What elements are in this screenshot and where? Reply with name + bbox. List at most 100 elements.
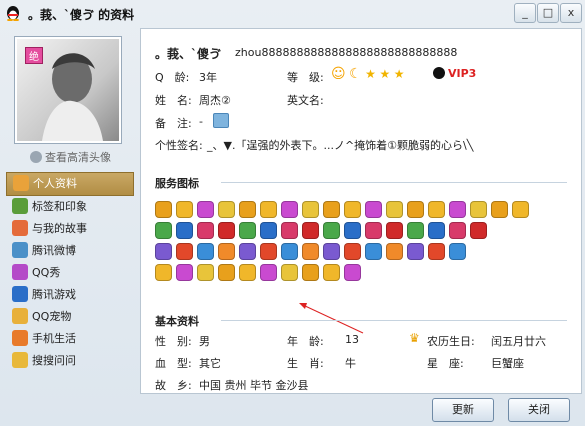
- service-icon[interactable]: [407, 243, 424, 260]
- service-icon[interactable]: [239, 222, 256, 239]
- service-icon[interactable]: [323, 222, 340, 239]
- service-icon[interactable]: [281, 264, 298, 281]
- constellation-label: 星 座:: [427, 357, 464, 370]
- service-icon[interactable]: [344, 222, 361, 239]
- maximize-button[interactable]: □: [537, 3, 559, 23]
- service-icon[interactable]: [344, 264, 361, 281]
- gender-label: 性 别:: [155, 335, 192, 348]
- nav-item-wenwen[interactable]: 搜搜问问: [6, 350, 134, 372]
- zodiac-value: 牛: [345, 357, 356, 370]
- service-icon[interactable]: [218, 222, 235, 239]
- service-icon[interactable]: [386, 201, 403, 218]
- vip-badge[interactable]: VIP3: [433, 67, 476, 80]
- service-icon[interactable]: [281, 222, 298, 239]
- service-icon[interactable]: [281, 243, 298, 260]
- service-icon[interactable]: [470, 201, 487, 218]
- service-icon[interactable]: [155, 201, 172, 218]
- service-icon[interactable]: [155, 243, 172, 260]
- hd-link-label: 查看高清头像: [45, 151, 111, 164]
- service-icon[interactable]: [449, 243, 466, 260]
- service-icon[interactable]: [449, 201, 466, 218]
- service-icon[interactable]: [344, 201, 361, 218]
- nav-item-qqshow[interactable]: QQ秀: [6, 262, 134, 284]
- service-icon[interactable]: [218, 201, 235, 218]
- service-icon[interactable]: [365, 222, 382, 239]
- service-icon[interactable]: [323, 264, 340, 281]
- divider: [221, 182, 567, 183]
- gender-value: 男: [199, 335, 210, 348]
- service-icon[interactable]: [512, 201, 529, 218]
- close-window-button[interactable]: x: [560, 3, 582, 23]
- service-icon[interactable]: [197, 243, 214, 260]
- service-icon[interactable]: [302, 201, 319, 218]
- qqshow-icon: [12, 264, 28, 280]
- service-icon[interactable]: [365, 201, 382, 218]
- service-icons-title: 服务图标: [155, 177, 199, 190]
- service-icon[interactable]: [197, 264, 214, 281]
- service-icon[interactable]: [428, 201, 445, 218]
- service-icon[interactable]: [155, 222, 172, 239]
- service-icon[interactable]: [176, 264, 193, 281]
- service-icon[interactable]: [176, 201, 193, 218]
- vip-level: VIP3: [448, 67, 477, 80]
- nav-label: 手机生活: [32, 332, 76, 345]
- close-button[interactable]: 关闭: [508, 398, 570, 422]
- nav-item-profile[interactable]: 个人资料: [6, 172, 134, 196]
- nav-item-games[interactable]: 腾讯游戏: [6, 284, 134, 306]
- service-icon[interactable]: [323, 243, 340, 260]
- minimize-button[interactable]: _: [514, 3, 536, 23]
- service-icon[interactable]: [365, 243, 382, 260]
- service-icon[interactable]: [470, 222, 487, 239]
- refresh-button[interactable]: 更新: [432, 398, 494, 422]
- moon-icon: ☾: [349, 66, 362, 82]
- service-icon[interactable]: [323, 201, 340, 218]
- service-icon[interactable]: [428, 243, 445, 260]
- left-nav: 个人资料 标签和印象 与我的故事 腾讯微博 QQ秀 腾讯游戏 QQ宠物 手机生活…: [6, 172, 134, 372]
- service-icon[interactable]: [260, 222, 277, 239]
- nav-item-pet[interactable]: QQ宠物: [6, 306, 134, 328]
- level-icons[interactable]: ☺ ☾ ★ ★ ★: [331, 66, 404, 82]
- service-icon[interactable]: [428, 222, 445, 239]
- service-icon[interactable]: [218, 264, 235, 281]
- english-name-label: 英文名:: [287, 94, 324, 107]
- nav-item-tags[interactable]: 标签和印象: [6, 196, 134, 218]
- service-icon[interactable]: [302, 243, 319, 260]
- nav-item-story[interactable]: 与我的故事: [6, 218, 134, 240]
- service-icon[interactable]: [386, 222, 403, 239]
- service-icon[interactable]: [386, 243, 403, 260]
- service-icon[interactable]: [260, 201, 277, 218]
- service-icon[interactable]: [260, 243, 277, 260]
- lunar-birthday-value: 闰五月廿六: [491, 335, 546, 348]
- service-icon[interactable]: [239, 201, 256, 218]
- avatar[interactable]: 绝: [14, 36, 122, 144]
- service-icon[interactable]: [155, 264, 172, 281]
- window-title: 。莪、`傻ゔ 的资料: [28, 8, 135, 22]
- blood-type-value: 其它: [199, 357, 221, 370]
- service-icon[interactable]: [407, 201, 424, 218]
- service-icon[interactable]: [197, 222, 214, 239]
- service-icon[interactable]: [176, 243, 193, 260]
- nav-item-mobile[interactable]: 手机生活: [6, 328, 134, 350]
- crown-icon: ♛: [409, 331, 420, 345]
- nav-item-weibo[interactable]: 腾讯微博: [6, 240, 134, 262]
- service-icon[interactable]: [491, 201, 508, 218]
- edit-remark-icon[interactable]: [213, 113, 229, 131]
- user-id-text: zhou8888888888888888888888888888: [235, 46, 458, 59]
- divider: [221, 320, 567, 321]
- service-icon[interactable]: [302, 264, 319, 281]
- service-icon[interactable]: [239, 264, 256, 281]
- service-icon[interactable]: [176, 222, 193, 239]
- service-icon[interactable]: [197, 201, 214, 218]
- view-hd-avatar-link[interactable]: 查看高清头像: [30, 149, 111, 165]
- service-icon[interactable]: [260, 264, 277, 281]
- hd-avatar-icon: [30, 151, 42, 163]
- service-icon[interactable]: [449, 222, 466, 239]
- nav-label: 与我的故事: [32, 222, 87, 235]
- service-icon[interactable]: [302, 222, 319, 239]
- service-icon[interactable]: [344, 243, 361, 260]
- service-icon[interactable]: [281, 201, 298, 218]
- service-icon[interactable]: [407, 222, 424, 239]
- service-icon[interactable]: [239, 243, 256, 260]
- service-icon[interactable]: [218, 243, 235, 260]
- hometown-value: 中国 贵州 毕节 金沙县: [199, 379, 309, 392]
